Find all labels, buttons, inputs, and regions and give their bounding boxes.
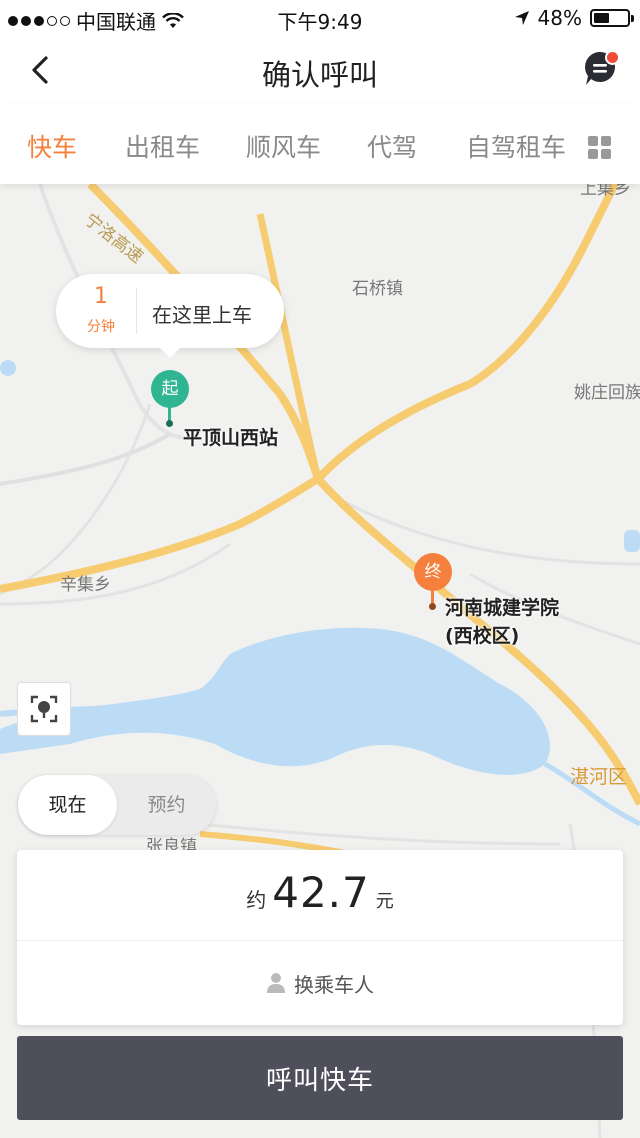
- more-services-grid-icon[interactable]: [588, 136, 611, 159]
- tab-carpool[interactable]: 顺风车: [246, 128, 321, 164]
- time-toggle: 现在 预约: [18, 775, 216, 835]
- end-marker: 终: [414, 553, 452, 591]
- pickup-hint: 在这里上车: [152, 303, 252, 327]
- call-express-button[interactable]: 呼叫快车: [17, 1036, 623, 1120]
- status-left: 中国联通: [8, 6, 184, 35]
- minor-road: [329, 492, 640, 566]
- fare-estimate[interactable]: 约 42.7 元: [17, 850, 623, 940]
- fare-card: 约 42.7 元 换乘车人: [17, 850, 623, 1025]
- fare-value: 42.7: [272, 868, 370, 917]
- tab-designated-driver[interactable]: 代驾: [367, 128, 417, 164]
- person-icon: [267, 973, 285, 993]
- minor-road: [0, 432, 172, 486]
- back-button[interactable]: [24, 52, 60, 88]
- map-label-top-right: 上集乡: [580, 184, 631, 199]
- end-location-line1: 河南城建学院: [445, 597, 560, 619]
- tab-taxi[interactable]: 出租车: [125, 128, 200, 164]
- signal-strength-icon: [8, 15, 70, 26]
- fare-prefix: 约: [246, 888, 267, 912]
- toggle-reserve[interactable]: 预约: [117, 775, 216, 835]
- tab-express[interactable]: 快车: [27, 128, 77, 164]
- service-tabs: 快车 出租车 顺风车 代驾 自驾租车: [0, 104, 640, 184]
- message-button[interactable]: [582, 50, 620, 88]
- status-right: 48%: [514, 6, 634, 30]
- start-marker: 起: [151, 370, 189, 408]
- fare-unit: 元: [375, 891, 394, 912]
- map-label-shiqiao: 石桥镇: [352, 279, 403, 299]
- start-location-name: 平顶山西站: [183, 427, 279, 449]
- location-arrow-icon: [514, 11, 529, 25]
- end-location-line2: (西校区): [445, 625, 520, 647]
- main-road: [0, 475, 320, 593]
- eta-unit: 分钟: [87, 319, 115, 335]
- change-rider-label: 换乘车人: [294, 972, 374, 997]
- carrier-name: 中国联通: [76, 10, 156, 34]
- change-rider-button[interactable]: 换乘车人: [17, 941, 623, 1025]
- locate-icon: [30, 695, 58, 723]
- nav-bar: 确认呼叫: [0, 36, 640, 104]
- map-label-xinji: 辛集乡: [60, 575, 111, 595]
- eta-divider: [136, 288, 137, 334]
- end-location-name: 河南城建学院 (西校区): [445, 594, 559, 650]
- battery-percent: 48%: [537, 6, 582, 30]
- status-bar: 中国联通 下午9:49 48%: [0, 0, 640, 36]
- locate-me-button[interactable]: [17, 682, 71, 736]
- page-title: 确认呼叫: [261, 58, 378, 92]
- map-label-yaozhuang: 姚庄回族: [574, 383, 640, 403]
- expressway-east: [315, 184, 619, 482]
- pond-east: [624, 530, 640, 552]
- start-pin[interactable]: 起: [151, 370, 189, 428]
- minor-road: [0, 403, 152, 596]
- toggle-now[interactable]: 现在: [18, 775, 117, 835]
- wifi-icon: [162, 12, 184, 28]
- battery-level: [594, 13, 609, 23]
- battery-icon: [590, 9, 634, 27]
- chevron-left-icon: [32, 56, 48, 84]
- map-label-zhanghe: 湛河区: [570, 766, 628, 788]
- notification-dot: [605, 50, 620, 65]
- eta-minutes: 1: [94, 284, 108, 309]
- pickup-eta-bubble[interactable]: 1 分钟 在这里上车: [56, 274, 284, 358]
- pond: [0, 360, 16, 376]
- tab-car-rental[interactable]: 自驾租车: [466, 128, 566, 164]
